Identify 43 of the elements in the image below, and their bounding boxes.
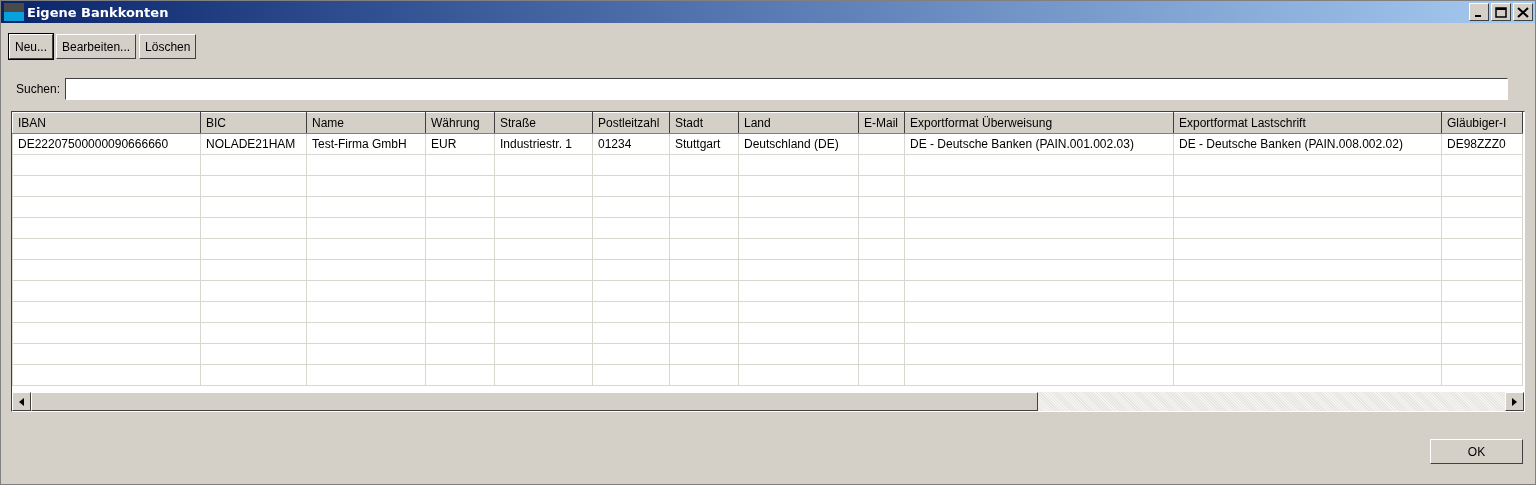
minimize-icon xyxy=(1474,15,1481,17)
search-label: Suchen: xyxy=(16,82,61,96)
horizontal-scrollbar[interactable] xyxy=(12,392,1524,411)
scroll-right-button[interactable] xyxy=(1505,392,1524,411)
column-header[interactable]: E-Mail xyxy=(858,112,905,134)
window-icon xyxy=(4,3,24,21)
table-cell: EUR xyxy=(431,137,457,151)
toolbar-button[interactable]: Neu... xyxy=(9,34,53,59)
column-header[interactable]: Währung xyxy=(425,112,495,134)
column-header[interactable]: Stadt xyxy=(669,112,739,134)
column-header[interactable]: Gläubiger-I xyxy=(1441,112,1523,134)
table-cell: 01234 xyxy=(598,137,632,151)
minimize-button[interactable] xyxy=(1469,3,1489,21)
maximize-icon xyxy=(1495,6,1507,18)
column-header[interactable]: Exportformat Überweisung xyxy=(904,112,1174,134)
column-header[interactable]: Postleitzahl xyxy=(592,112,670,134)
scroll-left-button[interactable] xyxy=(12,392,31,411)
table-cell: DE98ZZZ0 xyxy=(1447,137,1506,151)
table-cell: NOLADE21HAM xyxy=(206,137,296,151)
column-header[interactable]: Exportformat Lastschrift xyxy=(1173,112,1442,134)
toolbar-button[interactable]: Bearbeiten... xyxy=(56,34,137,59)
window-title: Eigene Bankkonten xyxy=(27,4,170,20)
column-header[interactable]: Land xyxy=(738,112,859,134)
table-cell: DE22207500000090666660 xyxy=(18,137,169,151)
maximize-button[interactable] xyxy=(1491,3,1511,21)
table-cell: Stuttgart xyxy=(675,137,721,151)
close-icon xyxy=(1517,6,1529,18)
right-arrow-icon xyxy=(1512,397,1517,406)
table-cell: Deutschland (DE) xyxy=(744,137,839,151)
table-cell: DE - Deutsche Banken (PAIN.008.002.02) xyxy=(1179,137,1403,151)
table-cell: Test-Firma GmbH xyxy=(312,137,407,151)
column-header[interactable]: Name xyxy=(306,112,426,134)
toolbar-button[interactable]: Löschen xyxy=(139,34,197,59)
close-button[interactable] xyxy=(1513,3,1533,21)
table-cell: DE - Deutsche Banken (PAIN.001.002.03) xyxy=(910,137,1134,151)
column-header[interactable]: Straße xyxy=(494,112,593,134)
table-cell: Industriestr. 1 xyxy=(500,137,573,151)
left-arrow-icon xyxy=(19,397,24,406)
column-header[interactable]: IBAN xyxy=(12,112,201,134)
scrollbar-thumb[interactable] xyxy=(31,392,1038,411)
column-header[interactable]: BIC xyxy=(200,112,307,134)
search-field[interactable] xyxy=(65,78,1509,100)
ok-button[interactable]: OK xyxy=(1430,439,1523,464)
